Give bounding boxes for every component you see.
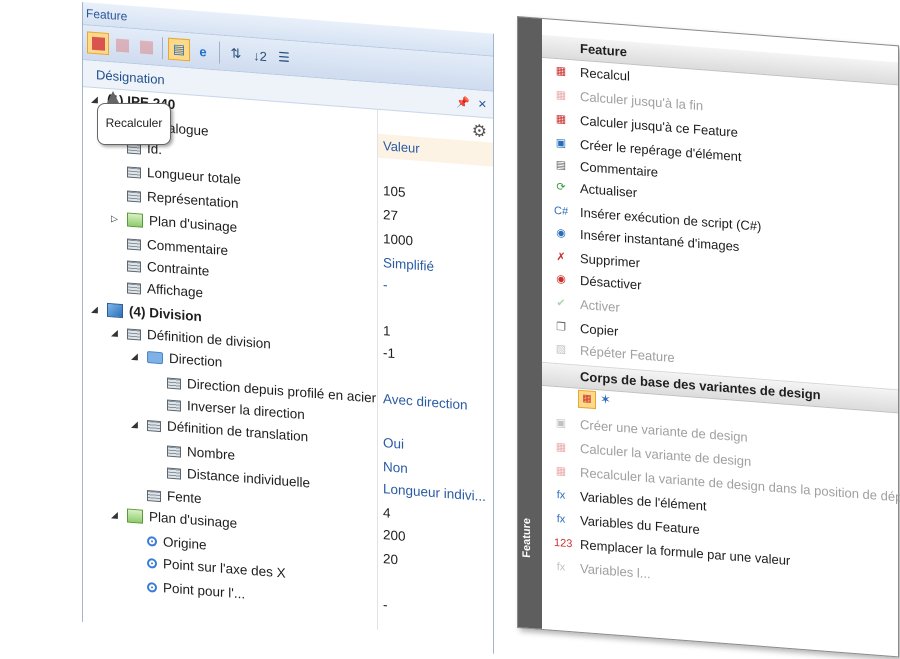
tooltip-tail: [107, 91, 119, 103]
division-icon: [107, 302, 123, 319]
property-icon: [127, 165, 141, 179]
variant-toolbar: ▦ ✶: [578, 389, 611, 411]
point-icon: [147, 536, 157, 547]
filter-toolbar-icon[interactable]: ☰: [273, 46, 295, 70]
property-icon: [167, 399, 181, 412]
pin-icon[interactable]: 📌: [456, 95, 470, 109]
calc-to-end-toolbar-icon[interactable]: [111, 33, 133, 57]
menu-item-label: Activer: [580, 296, 620, 315]
recalc-icon: ▦: [555, 64, 567, 78]
row-label: Direction: [169, 350, 223, 370]
strip-label: Feature: [521, 517, 533, 559]
activate-icon: ✔: [556, 297, 566, 310]
property-icon: [127, 327, 141, 341]
row-label: Fente: [167, 488, 202, 507]
property-icon: [167, 445, 181, 458]
collapse-arrow-icon[interactable]: ◢: [111, 503, 121, 526]
row-label: Affichage: [147, 281, 204, 301]
menu-side-strip: Feature: [518, 17, 542, 629]
sort-numeric-toolbar-icon[interactable]: ↓2: [249, 44, 271, 68]
collapse-arrow-icon[interactable]: ◢: [91, 298, 101, 321]
collapse-arrow-icon[interactable]: ◢: [111, 321, 121, 344]
property-icon: [147, 489, 161, 502]
menu-item-label: Recalcul: [580, 64, 630, 84]
deactivate-icon: ◉: [556, 273, 566, 286]
context-menu: Feature Feature ▦ Recalcul ▦ Calculer jusqu'…: [517, 16, 900, 658]
feature-active-toolbar-icon[interactable]: ▤: [168, 37, 190, 62]
variant-select-icon[interactable]: ▦: [578, 389, 596, 410]
e-toolbar-icon[interactable]: e: [192, 39, 214, 63]
folder-icon: [147, 351, 163, 365]
menu-item-label: Actualiser: [580, 180, 638, 201]
menu-item-label: Copier: [580, 320, 619, 339]
sort-toolbar-icon[interactable]: ⇅: [225, 42, 247, 66]
replace-formula-icon: 123: [554, 536, 573, 551]
close-icon[interactable]: ✕: [478, 97, 487, 111]
csharp-icon: C#: [554, 204, 569, 218]
expand-arrow-icon[interactable]: ▷: [111, 207, 121, 230]
machining-plane-icon: [127, 212, 143, 228]
designation-header: Désignation: [96, 66, 165, 87]
element-variables-icon: fx: [556, 489, 566, 502]
property-grid: Valeur ⚙ ◢(1) IPE 240CatalogueId.Longueu…: [83, 87, 493, 639]
point-icon: [147, 558, 157, 569]
calc-variant-icon: ▦: [555, 440, 567, 454]
property-icon: [147, 419, 161, 432]
menu-item-label: Désactiver: [580, 272, 642, 293]
marking-icon: ▣: [555, 136, 567, 150]
refresh-icon: ⟳: [556, 181, 566, 194]
menu-item-label: Variables l...: [580, 560, 651, 582]
calc-to-feature-toolbar-icon[interactable]: [135, 35, 157, 59]
property-icon: [127, 237, 141, 251]
property-icon: [167, 467, 181, 480]
collapse-arrow-icon[interactable]: ◢: [131, 413, 141, 436]
point-icon: [147, 582, 157, 593]
feature-panel: Feature ▤ e ⇅ ↓2 ☰ Désignation 📌 ✕ Valeur…: [82, 2, 494, 654]
tooltip: Recalculer: [97, 103, 171, 145]
recalc-variant-icon: ▦: [555, 464, 567, 478]
section-label: Feature: [580, 40, 627, 60]
variant-star-icon[interactable]: ✶: [600, 391, 611, 410]
property-icon: [127, 189, 141, 203]
delete-icon: ✗: [556, 251, 566, 264]
variables-icon: fx: [556, 561, 566, 574]
feature-variables-icon: fx: [556, 513, 566, 526]
row-label: Point pour l'...: [163, 580, 246, 602]
copy-icon: ❐: [556, 321, 566, 334]
repeat-icon: ▧: [555, 342, 567, 356]
collapse-arrow-icon[interactable]: ◢: [131, 345, 141, 368]
recalc-toolbar-icon[interactable]: [87, 31, 109, 56]
camera-icon: ◉: [556, 227, 566, 240]
create-variant-icon: ▣: [555, 416, 567, 430]
calc-to-feature-icon: ▦: [555, 112, 567, 126]
machining-plane-icon: [127, 508, 143, 524]
calc-to-end-icon: ▦: [555, 88, 567, 102]
property-icon: [127, 259, 141, 273]
comment-icon: ▤: [555, 158, 567, 172]
property-icon: [127, 281, 141, 295]
property-icon: [167, 377, 181, 390]
